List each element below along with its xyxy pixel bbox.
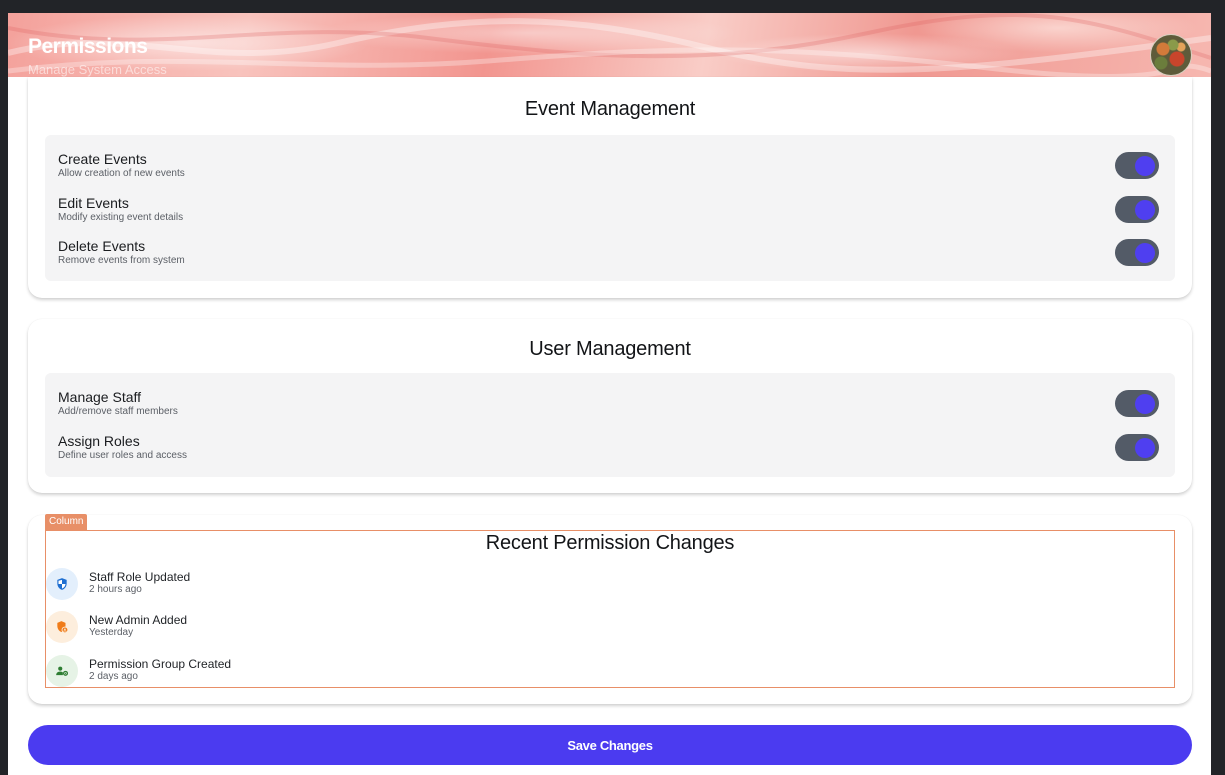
- group-settings-icon: [46, 655, 78, 687]
- permission-description: Modify existing event details: [58, 212, 184, 223]
- permission-description: Remove events from system: [58, 255, 185, 266]
- event-permissions-panel: Create Events Allow creation of new even…: [45, 135, 1175, 281]
- page-title: Permissions: [28, 35, 148, 58]
- manage-staff-toggle[interactable]: [1115, 390, 1159, 417]
- activity-item[interactable]: Staff Role Updated 2 hours ago: [46, 568, 646, 604]
- activity-title: Staff Role Updated: [89, 570, 191, 584]
- permission-row-create-events: Create Events Allow creation of new even…: [45, 151, 1175, 191]
- save-changes-button[interactable]: Save Changes: [28, 725, 1192, 765]
- admin-shield-icon: [46, 611, 78, 643]
- edit-events-toggle[interactable]: [1115, 196, 1159, 223]
- section-title: Event Management: [524, 98, 696, 120]
- activity-title: New Admin Added: [89, 613, 188, 627]
- toggle-knob: [1135, 199, 1155, 220]
- activity-time: 2 days ago: [89, 671, 138, 682]
- permission-description: Allow creation of new events: [58, 168, 185, 179]
- page-subtitle: Manage System Access: [28, 62, 167, 77]
- permission-description: Define user roles and access: [58, 450, 187, 461]
- shield-icon: [46, 568, 78, 600]
- permission-label: Create Events: [58, 151, 147, 167]
- toggle-knob: [1135, 155, 1155, 176]
- create-events-toggle[interactable]: [1115, 152, 1159, 179]
- section-title: User Management: [529, 338, 691, 360]
- permission-label: Assign Roles: [58, 433, 140, 449]
- recent-changes-column: Recent Permission Changes Staff Role Upd…: [45, 530, 1175, 688]
- activity-title: Permission Group Created: [89, 657, 232, 671]
- permission-row-delete-events: Delete Events Remove events from system: [45, 238, 1175, 278]
- section-title: Recent Permission Changes: [485, 532, 735, 554]
- toggle-knob: [1135, 242, 1155, 263]
- assign-roles-toggle[interactable]: [1115, 434, 1159, 461]
- permission-label: Delete Events: [58, 238, 146, 254]
- banner-texture: [8, 13, 1211, 77]
- activity-item[interactable]: New Admin Added Yesterday: [46, 611, 646, 647]
- toggle-knob: [1135, 437, 1155, 458]
- permission-label: Manage Staff: [58, 389, 142, 405]
- permission-label: Edit Events: [58, 195, 129, 211]
- column-tag: Column: [45, 514, 88, 530]
- permissions-screen: Permissions Manage System Access Event M…: [8, 13, 1211, 775]
- activity-time: Yesterday: [89, 627, 134, 638]
- avatar[interactable]: [1150, 34, 1192, 76]
- permission-row-edit-events: Edit Events Modify existing event detail…: [45, 195, 1175, 235]
- activity-time: 2 hours ago: [89, 584, 142, 595]
- permission-row-assign-roles: Assign Roles Define user roles and acces…: [45, 433, 1175, 473]
- toggle-knob: [1135, 393, 1155, 414]
- permission-description: Add/remove staff members: [58, 406, 178, 417]
- user-permissions-panel: Manage Staff Add/remove staff members As…: [45, 373, 1175, 477]
- header-banner: Permissions Manage System Access: [8, 13, 1211, 77]
- permission-row-manage-staff: Manage Staff Add/remove staff members: [45, 389, 1175, 429]
- event-management-card: Event Management Create Events Allow cre…: [28, 77, 1192, 298]
- user-management-card: User Management Manage Staff Add/remove …: [28, 319, 1192, 493]
- delete-events-toggle[interactable]: [1115, 239, 1159, 266]
- activity-item[interactable]: Permission Group Created 2 days ago: [46, 655, 646, 691]
